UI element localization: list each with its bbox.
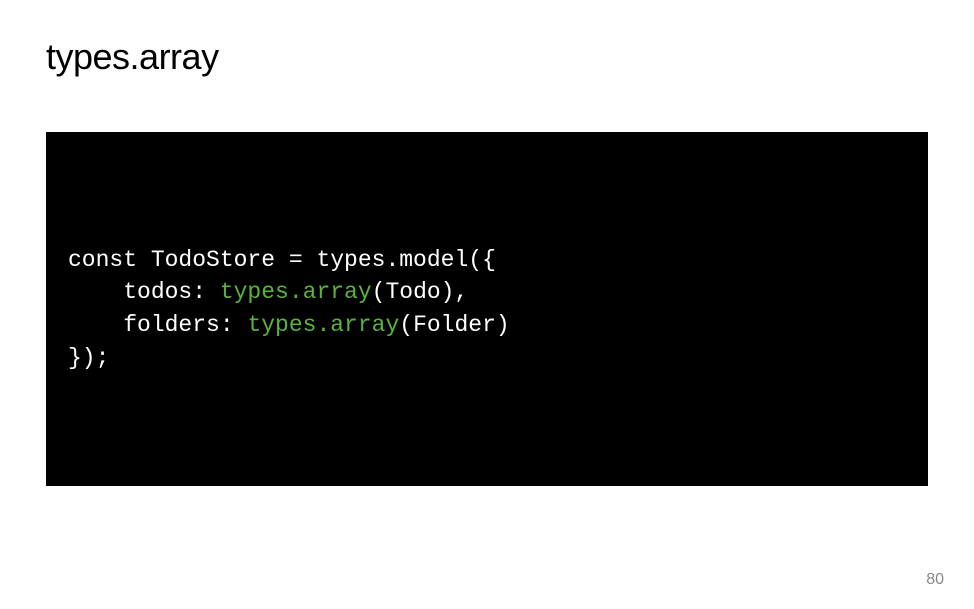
code-text: (Todo), [372,279,469,305]
code-text: (Folder) [399,312,509,338]
code-text: const TodoStore = types.model({ [68,247,496,273]
code-text: }); [68,345,109,371]
code-text: todos: [68,279,220,305]
code-highlight: types.array [220,279,372,305]
code-block: const TodoStore = types.model({ todos: t… [46,132,928,486]
code-content: const TodoStore = types.model({ todos: t… [68,244,906,375]
code-text: folders: [68,312,247,338]
code-highlight: types.array [247,312,399,338]
slide-title: types.array [46,36,928,78]
slide-container: types.array const TodoStore = types.mode… [0,0,974,609]
page-number: 80 [926,571,944,589]
